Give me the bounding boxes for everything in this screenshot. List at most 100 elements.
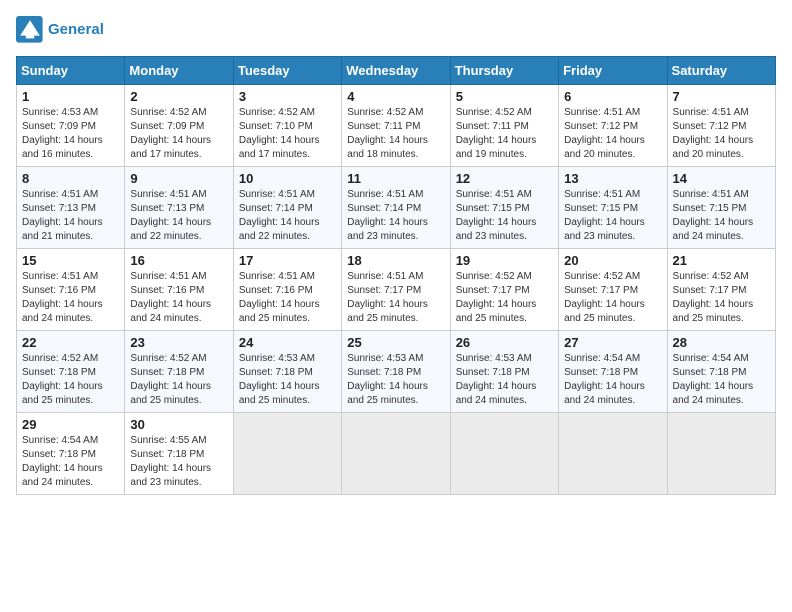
day-number: 22	[22, 335, 119, 350]
day-number: 1	[22, 89, 119, 104]
day-number: 4	[347, 89, 444, 104]
cell-details: Sunrise: 4:51 AMSunset: 7:17 PMDaylight:…	[347, 270, 444, 326]
calendar-week-4: 22 Sunrise: 4:52 AMSunset: 7:18 PMDayligh…	[17, 331, 776, 413]
calendar-cell: 16 Sunrise: 4:51 AMSunset: 7:16 PMDayligh…	[125, 249, 233, 331]
cell-details: Sunrise: 4:51 AMSunset: 7:12 PMDaylight:…	[673, 106, 770, 162]
header-sunday: Sunday	[17, 57, 125, 85]
calendar-cell: 11Sunrise: 4:51 AMSunset: 7:14 PMDayligh…	[342, 167, 450, 249]
calendar-table: SundayMondayTuesdayWednesdayThursdayFrid…	[16, 56, 776, 495]
cell-details: Sunrise: 4:53 AMSunset: 7:09 PMDaylight:…	[22, 106, 119, 162]
day-number: 24	[239, 335, 336, 350]
cell-details: Sunrise: 4:55 AMSunset: 7:18 PMDaylight:…	[130, 434, 227, 490]
calendar-cell: 1 Sunrise: 4:53 AMSunset: 7:09 PMDaylight…	[17, 85, 125, 167]
cell-details: Sunrise: 4:51 AMSunset: 7:15 PMDaylight:…	[456, 188, 553, 244]
day-number: 2	[130, 89, 227, 104]
calendar-cell: 29Sunrise: 4:54 AMSunset: 7:18 PMDayligh…	[17, 413, 125, 495]
calendar-cell: 2 Sunrise: 4:52 AMSunset: 7:09 PMDaylight…	[125, 85, 233, 167]
day-number: 21	[673, 253, 770, 268]
calendar-cell: 26 Sunrise: 4:53 AMSunset: 7:18 PMDayligh…	[450, 331, 558, 413]
calendar-cell: 27 Sunrise: 4:54 AMSunset: 7:18 PMDayligh…	[559, 331, 667, 413]
logo: General​	[16, 16, 104, 44]
cell-details: Sunrise: 4:51 AMSunset: 7:16 PMDaylight:…	[239, 270, 336, 326]
cell-details: Sunrise: 4:51 AMSunset: 7:14 PMDaylight:…	[239, 188, 336, 244]
header-saturday: Saturday	[667, 57, 775, 85]
cell-details: Sunrise: 4:52 AMSunset: 7:17 PMDaylight:…	[673, 270, 770, 326]
calendar-cell: 22Sunrise: 4:52 AMSunset: 7:18 PMDayligh…	[17, 331, 125, 413]
header-friday: Friday	[559, 57, 667, 85]
day-number: 26	[456, 335, 553, 350]
day-number: 19	[456, 253, 553, 268]
header-tuesday: Tuesday	[233, 57, 341, 85]
cell-details: Sunrise: 4:52 AMSunset: 7:10 PMDaylight:…	[239, 106, 336, 162]
day-number: 29	[22, 417, 119, 432]
calendar-cell: 15 Sunrise: 4:51 AMSunset: 7:16 PMDayligh…	[17, 249, 125, 331]
cell-details: Sunrise: 4:51 AMSunset: 7:16 PMDaylight:…	[130, 270, 227, 326]
calendar-cell: 14 Sunrise: 4:51 AMSunset: 7:15 PMDayligh…	[667, 167, 775, 249]
calendar-cell	[342, 413, 450, 495]
cell-details: Sunrise: 4:52 AMSunset: 7:18 PMDaylight:…	[130, 352, 227, 408]
logo-icon	[16, 16, 44, 44]
cell-details: Sunrise: 4:51 AMSunset: 7:13 PMDaylight:…	[22, 188, 119, 244]
day-number: 8	[22, 171, 119, 186]
page-header: General​	[16, 16, 776, 44]
cell-details: Sunrise: 4:52 AMSunset: 7:09 PMDaylight:…	[130, 106, 227, 162]
calendar-cell: 13 Sunrise: 4:51 AMSunset: 7:15 PMDayligh…	[559, 167, 667, 249]
cell-details: Sunrise: 4:53 AMSunset: 7:18 PMDaylight:…	[456, 352, 553, 408]
calendar-cell: 12 Sunrise: 4:51 AMSunset: 7:15 PMDayligh…	[450, 167, 558, 249]
cell-details: Sunrise: 4:52 AMSunset: 7:17 PMDaylight:…	[456, 270, 553, 326]
calendar-week-3: 15 Sunrise: 4:51 AMSunset: 7:16 PMDayligh…	[17, 249, 776, 331]
calendar-cell: 17 Sunrise: 4:51 AMSunset: 7:16 PMDayligh…	[233, 249, 341, 331]
day-number: 6	[564, 89, 661, 104]
day-number: 25	[347, 335, 444, 350]
cell-details: Sunrise: 4:54 AMSunset: 7:18 PMDaylight:…	[564, 352, 661, 408]
header-monday: Monday	[125, 57, 233, 85]
cell-details: Sunrise: 4:51 AMSunset: 7:13 PMDaylight:…	[130, 188, 227, 244]
header-thursday: Thursday	[450, 57, 558, 85]
calendar-cell: 23Sunrise: 4:52 AMSunset: 7:18 PMDayligh…	[125, 331, 233, 413]
cell-details: Sunrise: 4:51 AMSunset: 7:15 PMDaylight:…	[673, 188, 770, 244]
calendar-header-row: SundayMondayTuesdayWednesdayThursdayFrid…	[17, 57, 776, 85]
day-number: 16	[130, 253, 227, 268]
calendar-cell	[233, 413, 341, 495]
logo-text: General​	[48, 21, 104, 39]
cell-details: Sunrise: 4:52 AMSunset: 7:11 PMDaylight:…	[456, 106, 553, 162]
cell-details: Sunrise: 4:53 AMSunset: 7:18 PMDaylight:…	[239, 352, 336, 408]
calendar-cell	[559, 413, 667, 495]
calendar-cell: 6Sunrise: 4:51 AMSunset: 7:12 PMDaylight…	[559, 85, 667, 167]
cell-details: Sunrise: 4:51 AMSunset: 7:15 PMDaylight:…	[564, 188, 661, 244]
cell-details: Sunrise: 4:54 AMSunset: 7:18 PMDaylight:…	[673, 352, 770, 408]
calendar-cell: 30 Sunrise: 4:55 AMSunset: 7:18 PMDayligh…	[125, 413, 233, 495]
calendar-week-5: 29Sunrise: 4:54 AMSunset: 7:18 PMDayligh…	[17, 413, 776, 495]
calendar-cell: 20Sunrise: 4:52 AMSunset: 7:17 PMDayligh…	[559, 249, 667, 331]
calendar-week-2: 8 Sunrise: 4:51 AMSunset: 7:13 PMDaylight…	[17, 167, 776, 249]
day-number: 30	[130, 417, 227, 432]
calendar-cell: 5 Sunrise: 4:52 AMSunset: 7:11 PMDaylight…	[450, 85, 558, 167]
day-number: 27	[564, 335, 661, 350]
day-number: 13	[564, 171, 661, 186]
calendar-cell: 9 Sunrise: 4:51 AMSunset: 7:13 PMDaylight…	[125, 167, 233, 249]
day-number: 15	[22, 253, 119, 268]
calendar-cell: 21 Sunrise: 4:52 AMSunset: 7:17 PMDayligh…	[667, 249, 775, 331]
cell-details: Sunrise: 4:52 AMSunset: 7:11 PMDaylight:…	[347, 106, 444, 162]
day-number: 14	[673, 171, 770, 186]
calendar-cell: 8 Sunrise: 4:51 AMSunset: 7:13 PMDaylight…	[17, 167, 125, 249]
cell-details: Sunrise: 4:51 AMSunset: 7:16 PMDaylight:…	[22, 270, 119, 326]
calendar-cell: 7Sunrise: 4:51 AMSunset: 7:12 PMDaylight…	[667, 85, 775, 167]
calendar-cell: 25Sunrise: 4:53 AMSunset: 7:18 PMDayligh…	[342, 331, 450, 413]
day-number: 11	[347, 171, 444, 186]
day-number: 5	[456, 89, 553, 104]
day-number: 17	[239, 253, 336, 268]
day-number: 20	[564, 253, 661, 268]
day-number: 18	[347, 253, 444, 268]
day-number: 12	[456, 171, 553, 186]
day-number: 9	[130, 171, 227, 186]
calendar-week-1: 1 Sunrise: 4:53 AMSunset: 7:09 PMDaylight…	[17, 85, 776, 167]
calendar-cell	[667, 413, 775, 495]
calendar-cell: 3Sunrise: 4:52 AMSunset: 7:10 PMDaylight…	[233, 85, 341, 167]
calendar-cell	[450, 413, 558, 495]
calendar-cell: 24 Sunrise: 4:53 AMSunset: 7:18 PMDayligh…	[233, 331, 341, 413]
logo-general: General	[48, 21, 104, 38]
calendar-cell: 10Sunrise: 4:51 AMSunset: 7:14 PMDayligh…	[233, 167, 341, 249]
calendar-cell: 18 Sunrise: 4:51 AMSunset: 7:17 PMDayligh…	[342, 249, 450, 331]
day-number: 28	[673, 335, 770, 350]
